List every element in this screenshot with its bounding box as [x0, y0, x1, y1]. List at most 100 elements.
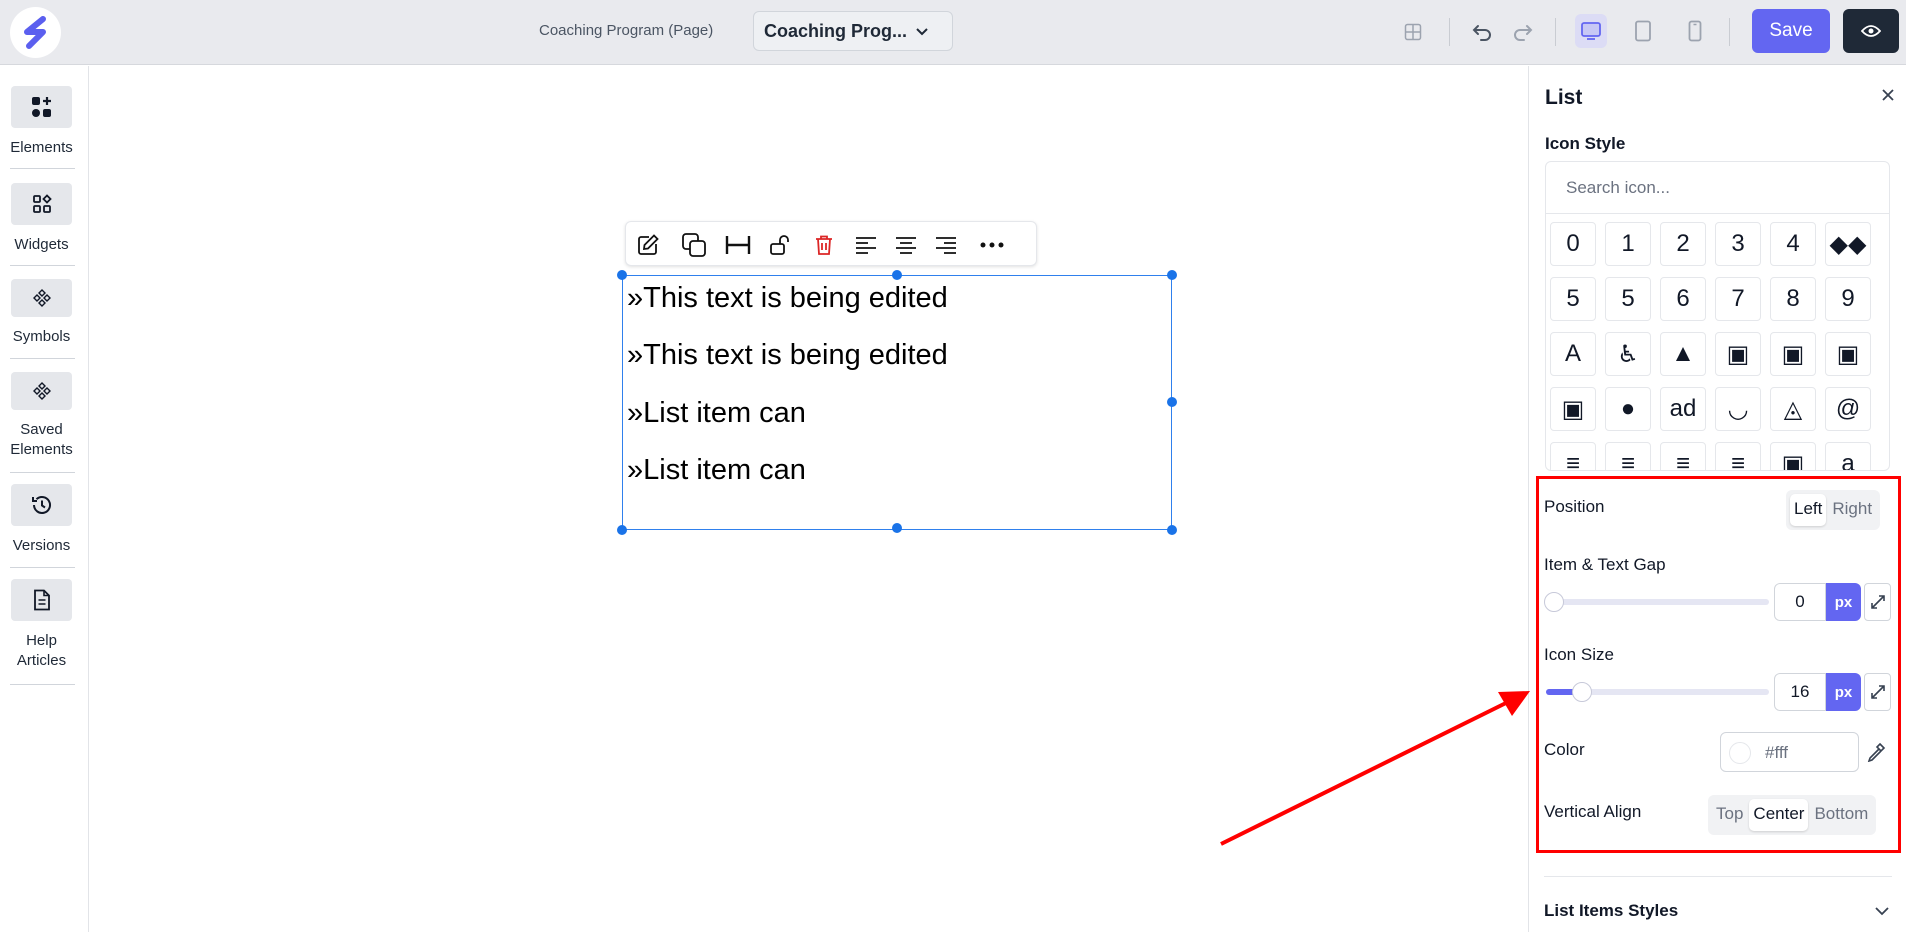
icon-option[interactable]: ◆◆ — [1825, 222, 1871, 266]
grid-icon[interactable] — [1397, 16, 1429, 48]
undo-icon[interactable] — [1466, 16, 1498, 48]
icon-option[interactable]: ▣ — [1550, 387, 1596, 431]
sidebar-item-widgets[interactable]: Widgets — [10, 183, 73, 255]
icon-option[interactable]: a — [1825, 442, 1871, 470]
sidebar-item-symbols[interactable]: Symbols — [10, 279, 73, 347]
elements-icon — [11, 86, 72, 128]
page-select[interactable]: Coaching Prog... — [753, 11, 953, 51]
icon-option[interactable]: 6 — [1660, 277, 1706, 321]
icon-option[interactable]: ▣ — [1715, 332, 1761, 376]
icon-option[interactable]: ▣ — [1770, 332, 1816, 376]
icon-search-input[interactable]: Search icon... — [1546, 162, 1889, 214]
widgets-icon — [11, 183, 72, 225]
sidebar-item-label: Symbols — [12, 328, 71, 345]
list-item[interactable]: »This text is being edited — [627, 282, 948, 315]
icon-style-label: Icon Style — [1545, 134, 1626, 153]
symbols-icon — [11, 279, 72, 317]
icon-option[interactable]: ◡ — [1715, 387, 1761, 431]
full-width-icon[interactable] — [724, 231, 752, 259]
sidebar-divider — [10, 567, 75, 568]
sidebar-item-versions[interactable]: Versions — [10, 484, 73, 556]
icon-option[interactable]: 8 — [1770, 277, 1816, 321]
list-item[interactable]: »List item can — [627, 397, 806, 430]
icon-option[interactable]: 4 — [1770, 222, 1816, 266]
icon-option[interactable]: 9 — [1825, 277, 1871, 321]
document-icon — [11, 579, 72, 621]
sidebar-item-elements[interactable]: Elements — [10, 86, 73, 158]
icon-option[interactable]: ● — [1605, 387, 1651, 431]
mobile-view-icon[interactable] — [1679, 14, 1711, 48]
delete-icon[interactable] — [810, 231, 838, 259]
list-item[interactable]: »List item can — [627, 454, 806, 487]
list-items-styles-label[interactable]: List Items Styles — [1544, 901, 1678, 921]
resize-handle[interactable] — [892, 523, 902, 533]
page-title: Coaching Program (Page) — [539, 22, 714, 39]
icon-option[interactable]: ♿ — [1605, 332, 1651, 376]
duplicate-icon[interactable] — [680, 231, 708, 259]
sidebar-item-label: Saved Elements — [10, 421, 73, 458]
sidebar-divider — [10, 358, 75, 359]
icon-option[interactable]: ≡ — [1715, 442, 1761, 470]
close-icon[interactable] — [1881, 88, 1895, 107]
more-options-icon[interactable] — [978, 231, 1006, 259]
sidebar-item-label: Help Articles — [16, 632, 67, 669]
icon-option[interactable]: 5 — [1605, 277, 1651, 321]
resize-handle[interactable] — [617, 270, 627, 280]
preview-button[interactable] — [1843, 9, 1899, 53]
icon-option[interactable]: ad — [1660, 387, 1706, 431]
resize-handle[interactable] — [1167, 270, 1177, 280]
section-divider — [1544, 876, 1892, 877]
sidebar-divider — [10, 265, 75, 266]
history-icon — [11, 484, 72, 526]
sidebar-divider — [10, 684, 75, 685]
icon-option[interactable]: @ — [1825, 387, 1871, 431]
resize-handle[interactable] — [617, 525, 627, 535]
saved-elements-icon — [11, 372, 72, 410]
icon-option[interactable]: ≡ — [1550, 442, 1596, 470]
page-select-value: Coaching Prog... — [764, 20, 908, 41]
edit-icon[interactable] — [634, 231, 662, 259]
resize-handle[interactable] — [1167, 397, 1177, 407]
icon-option[interactable]: ≡ — [1660, 442, 1706, 470]
annotation-highlight-box — [1536, 476, 1901, 853]
icon-option[interactable]: ▣ — [1825, 332, 1871, 376]
chevron-down-icon[interactable] — [1874, 904, 1890, 922]
tablet-view-icon[interactable] — [1627, 14, 1659, 48]
icon-option[interactable]: A — [1550, 332, 1596, 376]
resize-handle[interactable] — [1167, 525, 1177, 535]
icon-option[interactable]: 2 — [1660, 222, 1706, 266]
desktop-view-icon[interactable] — [1575, 14, 1607, 48]
chevron-down-icon — [914, 23, 930, 44]
left-sidebar: Elements Widgets Symbols Saved Elements … — [0, 66, 89, 932]
align-right-icon[interactable] — [932, 231, 960, 259]
app-logo[interactable] — [10, 7, 61, 58]
icon-picker: Search icon... 0 1 2 3 4 ◆◆ 5 5 6 7 8 9 A ♿ ▲ ▣ ▣ ▣ ▣ ● ad ◡ ◬… — [1545, 161, 1890, 471]
save-button[interactable]: Save — [1752, 9, 1830, 53]
icon-option[interactable]: ◬ — [1770, 387, 1816, 431]
icon-option[interactable]: 7 — [1715, 277, 1761, 321]
unlock-icon[interactable] — [766, 231, 794, 259]
resize-handle[interactable] — [892, 270, 902, 280]
sidebar-item-help-articles[interactable]: Help Articles — [10, 579, 73, 671]
sidebar-divider — [10, 168, 75, 169]
icon-option[interactable]: ▣ — [1770, 442, 1816, 470]
eye-icon — [1861, 25, 1881, 37]
icon-option[interactable]: ≡ — [1605, 442, 1651, 470]
align-left-icon[interactable] — [852, 231, 880, 259]
icon-option[interactable]: 3 — [1715, 222, 1761, 266]
toolbar-divider — [1729, 18, 1730, 46]
sidebar-item-label: Elements — [10, 139, 73, 156]
icon-option[interactable]: 5 — [1550, 277, 1596, 321]
sidebar-item-label: Widgets — [14, 236, 69, 253]
list-item[interactable]: »This text is being edited — [627, 339, 948, 372]
toolbar-divider — [1449, 18, 1450, 46]
align-center-icon[interactable] — [892, 231, 920, 259]
sidebar-item-saved-elements[interactable]: Saved Elements — [10, 372, 73, 460]
icon-option[interactable]: ▲ — [1660, 332, 1706, 376]
element-toolbar — [625, 221, 1037, 266]
icon-option[interactable]: 0 — [1550, 222, 1596, 266]
icon-option[interactable]: 1 — [1605, 222, 1651, 266]
sidebar-item-label: Versions — [12, 537, 71, 554]
sidebar-divider — [10, 472, 75, 473]
redo-icon[interactable] — [1507, 16, 1539, 48]
